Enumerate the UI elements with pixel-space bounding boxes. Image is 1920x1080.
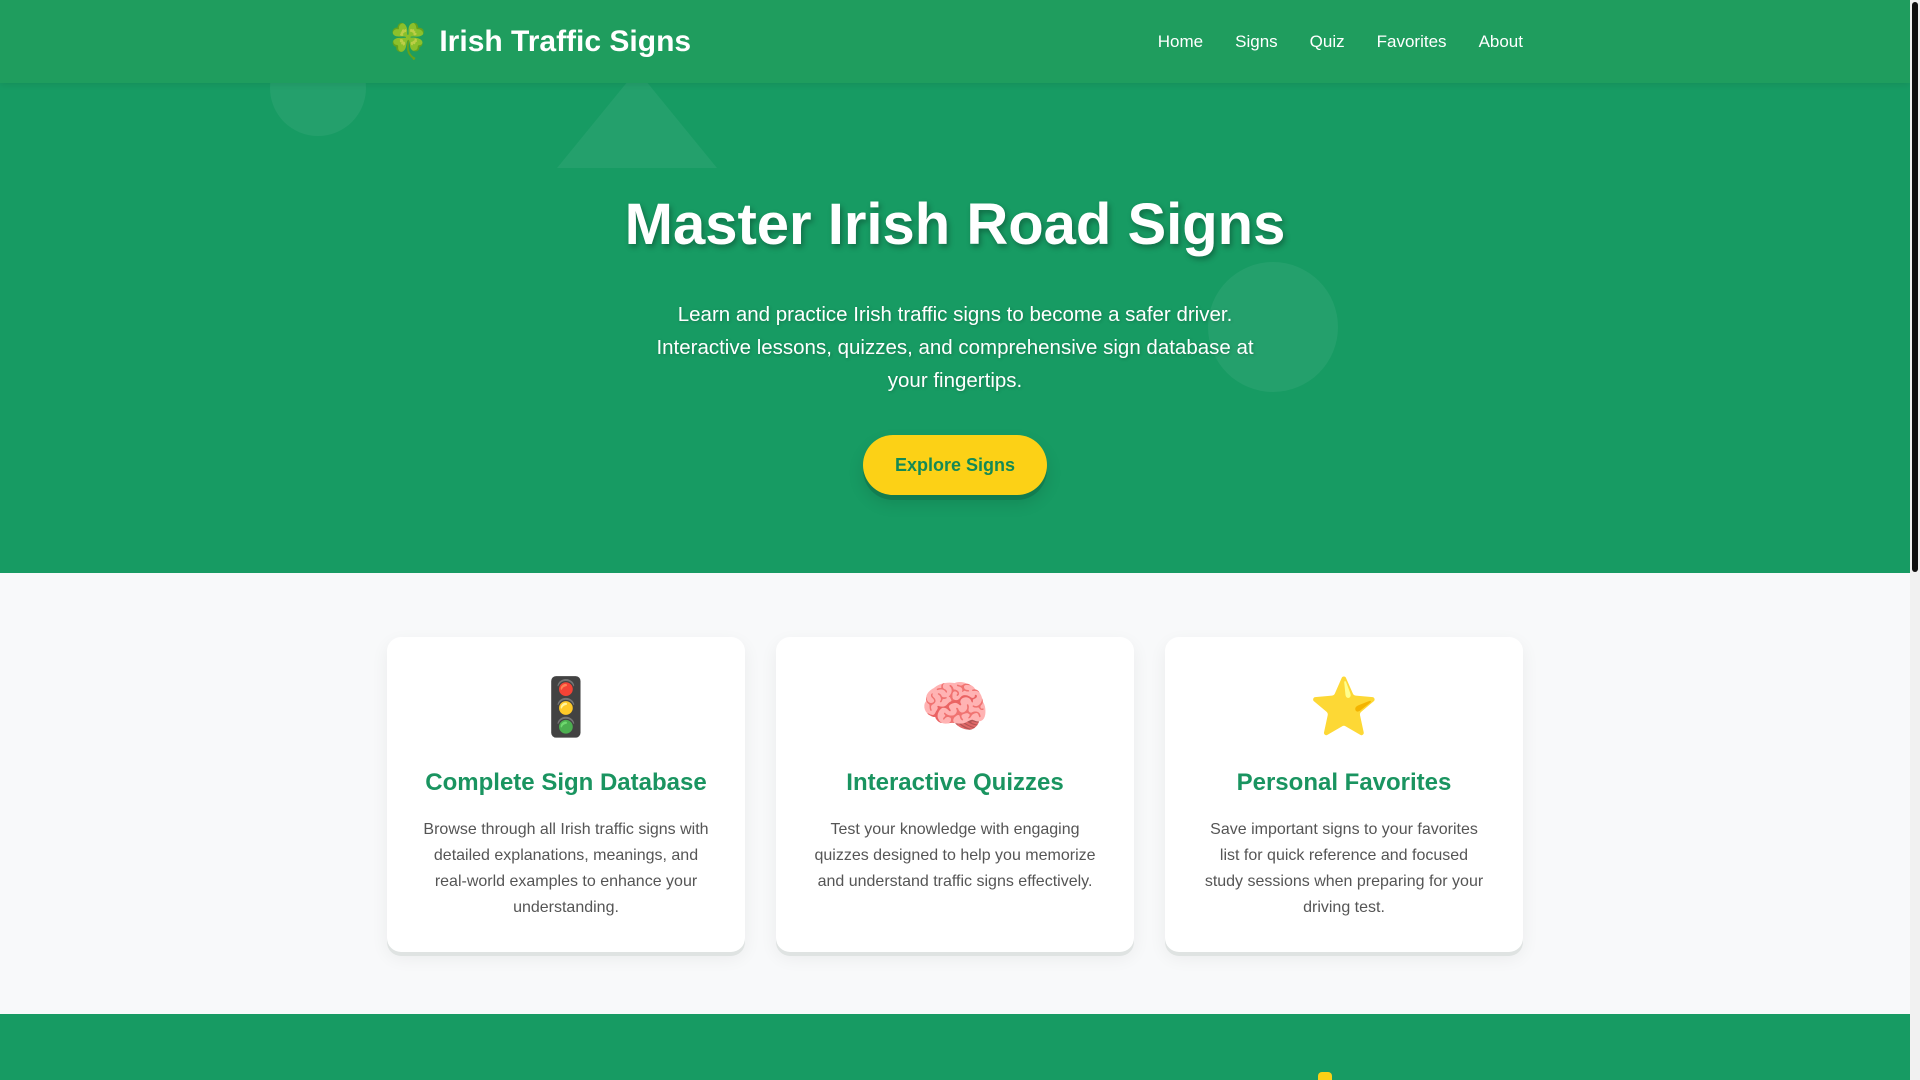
hero-section: Master Irish Road Signs Learn and practi… bbox=[0, 0, 1910, 573]
shamrock-icon: 🍀 bbox=[387, 22, 430, 61]
feature-title: Personal Favorites bbox=[1236, 769, 1452, 796]
features-section: 🚦 Complete Sign Database Browse through … bbox=[387, 637, 1523, 952]
feature-description: Save important signs to your favorites l… bbox=[1204, 821, 1484, 916]
decorative-triangle bbox=[557, 70, 717, 168]
nav-signs[interactable]: Signs bbox=[1235, 32, 1278, 52]
feature-description: Browse through all Irish traffic signs w… bbox=[423, 821, 709, 916]
main-nav: Home Signs Quiz Favorites About bbox=[1158, 32, 1523, 52]
feature-card-database: 🚦 Complete Sign Database Browse through … bbox=[387, 637, 745, 952]
explore-signs-button[interactable]: Explore Signs bbox=[862, 435, 1048, 495]
hero-content: Master Irish Road Signs Learn and practi… bbox=[0, 190, 1910, 495]
scrollbar-track[interactable] bbox=[1910, 0, 1920, 1080]
nav-favorites[interactable]: Favorites bbox=[1377, 32, 1447, 52]
site-header: 🍀 Irish Traffic Signs Home Signs Quiz Fa… bbox=[0, 0, 1910, 83]
hero-subtitle: Learn and practice Irish traffic signs t… bbox=[656, 303, 1254, 392]
feature-description: Test your knowledge with engaging quizze… bbox=[814, 821, 1096, 890]
feature-title: Complete Sign Database bbox=[425, 769, 707, 796]
star-icon: ⭐ bbox=[1309, 675, 1379, 738]
next-section bbox=[0, 1014, 1910, 1080]
traffic-light-icon: 🚦 bbox=[531, 675, 601, 738]
nav-about[interactable]: About bbox=[1479, 32, 1523, 52]
partial-icon bbox=[1318, 1072, 1332, 1080]
nav-home[interactable]: Home bbox=[1158, 32, 1203, 52]
feature-title: Interactive Quizzes bbox=[846, 769, 1064, 796]
scrollbar-thumb[interactable] bbox=[1912, 2, 1918, 572]
logo-link[interactable]: 🍀 Irish Traffic Signs bbox=[387, 25, 691, 59]
brain-icon: 🧠 bbox=[920, 675, 990, 738]
feature-card-favorites: ⭐ Personal Favorites Save important sign… bbox=[1165, 637, 1523, 952]
page: Master Irish Road Signs Learn and practi… bbox=[0, 0, 1910, 1080]
nav-quiz[interactable]: Quiz bbox=[1310, 32, 1345, 52]
header-inner: 🍀 Irish Traffic Signs Home Signs Quiz Fa… bbox=[387, 0, 1523, 83]
hero-title: Master Irish Road Signs bbox=[624, 192, 1286, 257]
logo-text: Irish Traffic Signs bbox=[439, 24, 692, 58]
feature-card-quizzes: 🧠 Interactive Quizzes Test your knowledg… bbox=[776, 637, 1134, 952]
